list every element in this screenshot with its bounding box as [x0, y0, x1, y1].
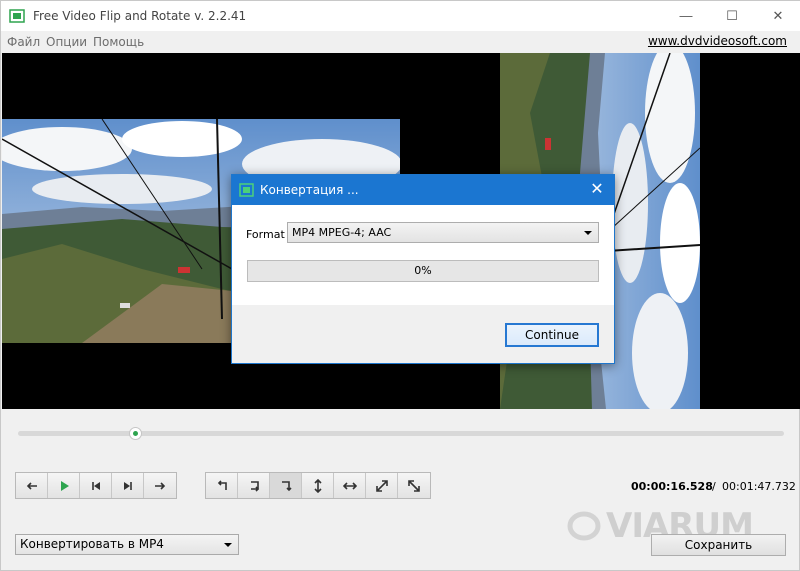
- play-icon[interactable]: [48, 473, 80, 498]
- app-window: Free Video Flip and Rotate v. 2.2.41 — ☐…: [0, 0, 800, 571]
- maximize-button[interactable]: ☐: [709, 1, 755, 31]
- dialog-body: Format MP4 MPEG-4; AAC 0%: [232, 205, 614, 305]
- dialog-close-button[interactable]: ✕: [586, 179, 608, 201]
- progress-text: 0%: [414, 264, 432, 277]
- previous-frame-icon[interactable]: [80, 473, 112, 498]
- save-button[interactable]: Сохранить: [651, 534, 786, 556]
- dialog-title-bar: Конвертация ... ✕: [232, 175, 614, 205]
- total-time: 00:01:47.732: [722, 480, 796, 493]
- dialog-title: Конвертация ...: [260, 183, 359, 197]
- flip-horizontal-icon[interactable]: [334, 473, 366, 498]
- flip-vertical-icon[interactable]: [302, 473, 334, 498]
- rotate-left-icon[interactable]: [206, 473, 238, 498]
- dialog-app-icon: [239, 183, 254, 197]
- transpose-icon[interactable]: [366, 473, 398, 498]
- dialog-format-select[interactable]: MP4 MPEG-4; AAC: [287, 222, 599, 243]
- rotate-controls: [205, 472, 431, 499]
- rotate-right-down-icon[interactable]: [270, 473, 302, 498]
- conversion-dialog: Конвертация ... ✕ Format MP4 MPEG-4; AAC…: [231, 174, 615, 364]
- dialog-format-value: MP4 MPEG-4; AAC: [292, 226, 392, 239]
- chevron-down-icon: [224, 543, 232, 547]
- menu-file[interactable]: Файл: [7, 35, 40, 49]
- menu-options[interactable]: Опции: [46, 35, 87, 49]
- output-format-value: Конвертировать в MP4: [20, 537, 164, 551]
- chevron-down-icon: [584, 231, 592, 235]
- output-format-select[interactable]: Конвертировать в MP4: [15, 534, 239, 555]
- minimize-button[interactable]: —: [663, 1, 709, 31]
- continue-button[interactable]: Continue: [505, 323, 599, 347]
- window-title: Free Video Flip and Rotate v. 2.2.41: [33, 9, 247, 23]
- transverse-icon[interactable]: [398, 473, 430, 498]
- next-frame-icon[interactable]: [112, 473, 144, 498]
- time-separator: /: [712, 480, 716, 493]
- current-time: 00:00:16.528: [631, 480, 713, 493]
- step-back-icon[interactable]: [16, 473, 48, 498]
- app-logo-icon: [9, 9, 25, 23]
- format-label: Format: [246, 228, 285, 241]
- rotate-right-icon[interactable]: [238, 473, 270, 498]
- playback-controls: [15, 472, 177, 499]
- title-bar: Free Video Flip and Rotate v. 2.2.41 — ☐…: [1, 1, 800, 31]
- seek-handle[interactable]: [128, 427, 142, 440]
- website-link[interactable]: www.dvdvideosoft.com: [648, 34, 787, 48]
- menu-help[interactable]: Помощь: [93, 35, 144, 49]
- close-button[interactable]: ✕: [755, 1, 800, 31]
- step-forward-icon[interactable]: [144, 473, 176, 498]
- menu-bar: Файл Опции Помощь www.dvdvideosoft.com: [1, 31, 800, 53]
- conversion-progress-bar: 0%: [247, 260, 599, 282]
